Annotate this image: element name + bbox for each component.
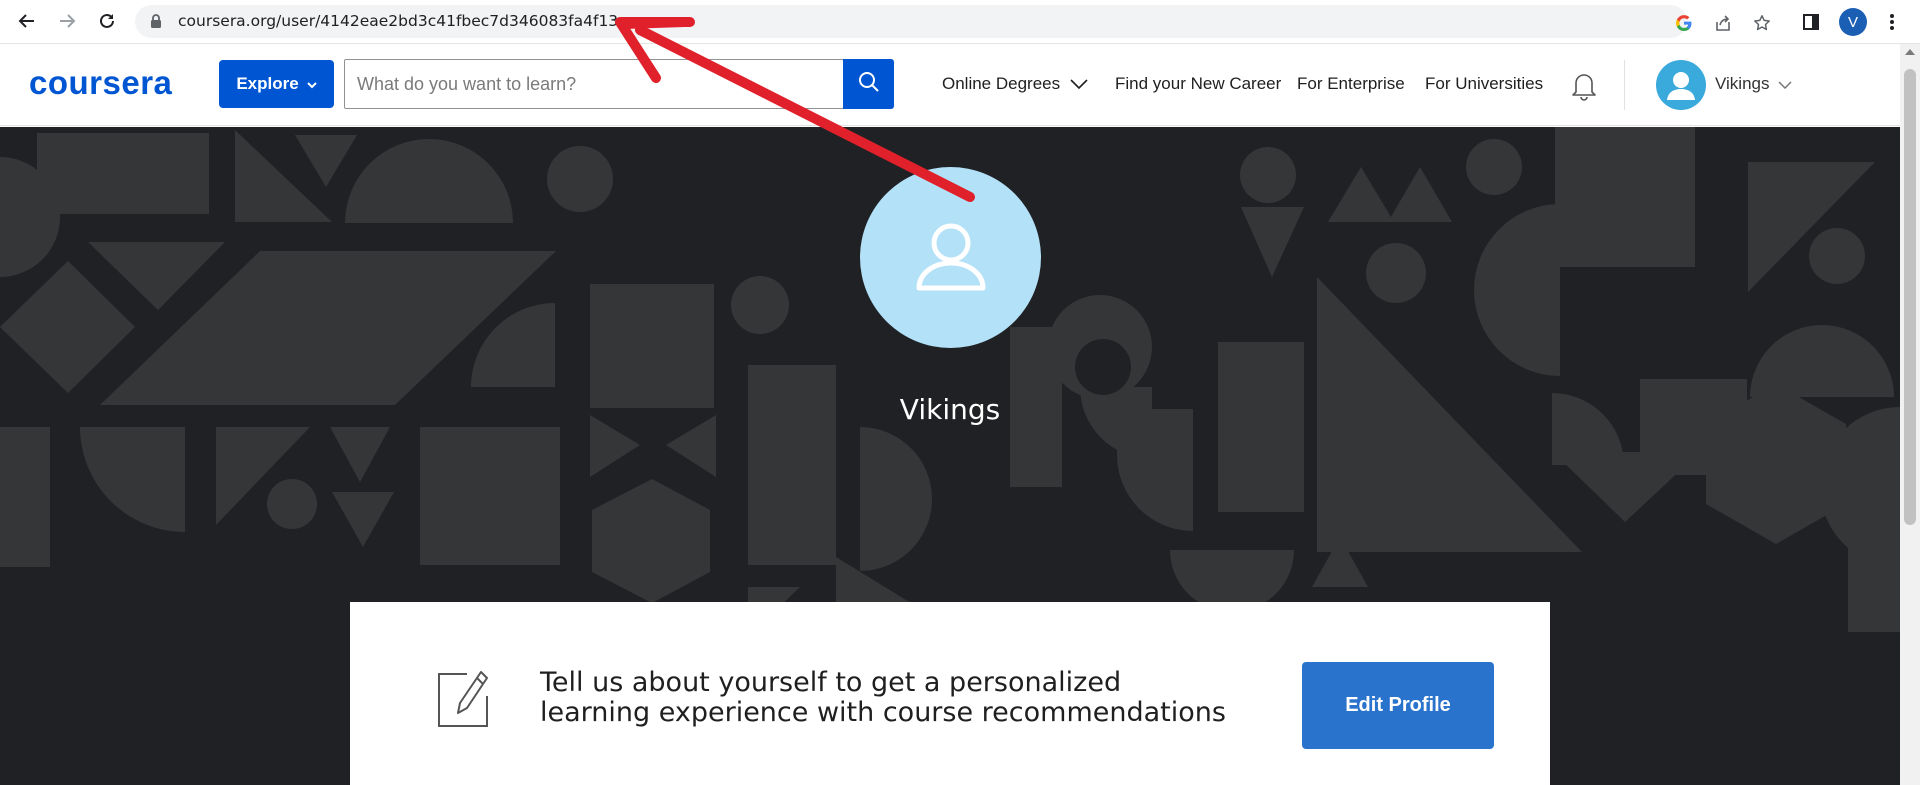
chevron-down-icon bbox=[306, 74, 317, 94]
search-button[interactable] bbox=[843, 59, 894, 109]
sidepanel-icon[interactable] bbox=[1797, 8, 1825, 36]
address-bar[interactable]: coursera.org/user/4142eae2bd3c41fbec7d34… bbox=[135, 5, 1770, 38]
header-avatar[interactable] bbox=[1656, 60, 1706, 110]
page: coursera.org/user/4142eae2bd3c41fbec7d34… bbox=[0, 0, 1920, 785]
user-icon bbox=[916, 223, 985, 290]
share-icon[interactable] bbox=[1712, 12, 1734, 34]
forward-icon[interactable] bbox=[52, 6, 82, 36]
google-icon[interactable] bbox=[1673, 12, 1695, 34]
back-icon[interactable] bbox=[12, 6, 42, 36]
profile-avatar[interactable] bbox=[860, 167, 1041, 348]
bell-icon[interactable] bbox=[1567, 68, 1601, 102]
profile-prompt-card: Tell us about yourself to get a personal… bbox=[350, 602, 1550, 785]
pencil-edit-icon bbox=[437, 670, 489, 728]
header-divider bbox=[1624, 60, 1625, 110]
chevron-down-icon bbox=[1777, 74, 1792, 94]
nav-online-degrees-label: Online Degrees bbox=[942, 74, 1061, 93]
lock-icon bbox=[150, 13, 162, 33]
profile-prompt-text: Tell us about yourself to get a personal… bbox=[540, 668, 1240, 728]
chrome-profile-avatar[interactable]: V bbox=[1839, 8, 1867, 36]
nav-online-degrees[interactable]: Online Degrees bbox=[942, 74, 1088, 94]
chrome-profile-initial: V bbox=[1839, 8, 1867, 36]
chevron-down-icon bbox=[1070, 74, 1088, 94]
scroll-up-icon[interactable] bbox=[1905, 49, 1915, 55]
search-box bbox=[344, 59, 844, 109]
explore-label: Explore bbox=[236, 74, 299, 93]
url-text[interactable]: coursera.org/user/4142eae2bd3c41fbec7d34… bbox=[178, 12, 618, 30]
header-user-name: Vikings bbox=[1715, 74, 1770, 93]
page-scrollbar[interactable] bbox=[1900, 44, 1920, 785]
profile-name: Vikings bbox=[899, 393, 1001, 426]
nav-enterprise[interactable]: For Enterprise bbox=[1297, 74, 1405, 94]
search-input[interactable] bbox=[345, 60, 843, 108]
scroll-thumb[interactable] bbox=[1904, 69, 1916, 525]
browser-toolbar: coursera.org/user/4142eae2bd3c41fbec7d34… bbox=[0, 0, 1920, 44]
profile-prompt-line1: Tell us about yourself to get a personal… bbox=[540, 667, 1122, 698]
explore-button[interactable]: Explore bbox=[219, 60, 334, 108]
site-header: coursera Explore Online Degrees Find you… bbox=[0, 44, 1900, 126]
menu-icon[interactable] bbox=[1878, 8, 1906, 36]
coursera-logo[interactable]: coursera bbox=[29, 64, 172, 102]
reload-icon[interactable] bbox=[92, 6, 122, 36]
header-user-menu[interactable]: Vikings bbox=[1715, 74, 1792, 94]
star-icon[interactable] bbox=[1751, 12, 1773, 34]
nav-universities[interactable]: For Universities bbox=[1425, 74, 1543, 94]
profile-prompt-line2: learning experience with course recommen… bbox=[540, 697, 1226, 728]
search-icon bbox=[858, 71, 880, 97]
edit-profile-button[interactable]: Edit Profile bbox=[1302, 662, 1494, 749]
nav-find-career[interactable]: Find your New Career bbox=[1115, 74, 1281, 94]
